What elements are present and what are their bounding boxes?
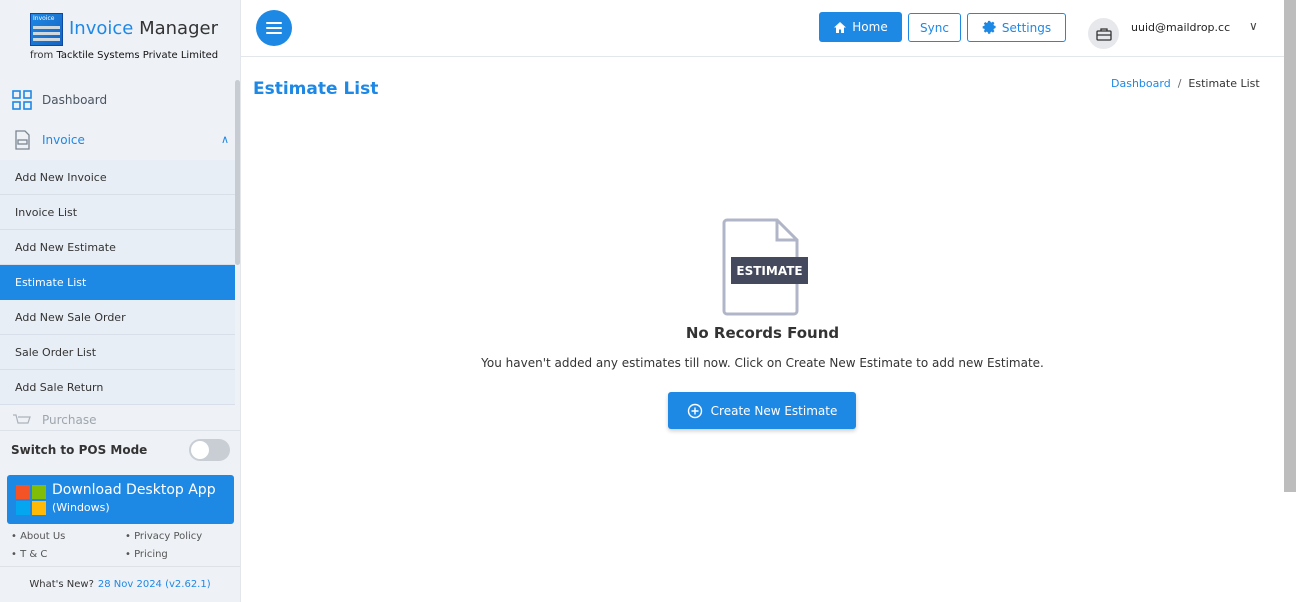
home-button[interactable]: Home: [819, 12, 902, 42]
pos-mode-row: Switch to POS Mode: [0, 430, 240, 468]
breadcrumb: Dashboard / Estimate List: [1111, 77, 1260, 90]
whats-new-version: 28 Nov 2024 (v2.62.1): [97, 579, 211, 590]
purchase-icon: [12, 413, 32, 425]
company-name: Tacktile Systems Private Limited: [56, 50, 219, 61]
settings-button[interactable]: Settings: [967, 13, 1066, 42]
sidebar-item-add-new-invoice[interactable]: Add New Invoice: [0, 160, 235, 195]
user-email[interactable]: uuid@maildrop.cc: [1131, 21, 1230, 34]
top-header: Home Sync Settings uuid@maildrop.cc ∨: [241, 0, 1284, 57]
sidebar-item-label: Dashboard: [42, 93, 108, 107]
sidebar-item-invoice[interactable]: Invoice ∧: [0, 120, 235, 160]
invoice-icon: [12, 130, 32, 150]
breadcrumb-separator: /: [1177, 77, 1182, 90]
empty-state-message: You haven't added any estimates till now…: [481, 356, 1044, 370]
breadcrumb-dashboard-link[interactable]: Dashboard: [1111, 77, 1171, 90]
about-us-link[interactable]: • About Us: [11, 531, 65, 542]
sync-label: Sync: [920, 20, 949, 35]
create-button-label: Create New Estimate: [710, 403, 838, 418]
sidebar: Invoice Invoice Manager from Tacktile Sy…: [0, 0, 241, 602]
sidebar-item-dashboard[interactable]: Dashboard: [0, 80, 235, 120]
gear-icon: [982, 20, 996, 34]
link-label: T & C: [20, 549, 48, 560]
sync-button[interactable]: Sync: [908, 13, 961, 42]
pos-mode-label: Switch to POS Mode: [11, 442, 148, 457]
chevron-up-icon: ∧: [220, 133, 229, 146]
whats-new[interactable]: What's New? 28 Nov 2024 (v2.62.1): [0, 566, 240, 602]
page-title: Estimate List: [253, 79, 379, 99]
sidebar-item-add-new-estimate[interactable]: Add New Estimate: [0, 230, 235, 265]
app-logo: Invoice: [30, 13, 63, 46]
app-root: Invoice Invoice Manager from Tacktile Sy…: [0, 0, 1296, 602]
settings-label: Settings: [1001, 20, 1052, 35]
privacy-policy-link[interactable]: • Privacy Policy: [125, 531, 202, 542]
link-label: Pricing: [134, 549, 168, 560]
terms-link[interactable]: • T & C: [11, 549, 47, 560]
chevron-down-icon[interactable]: ∨: [1249, 19, 1258, 33]
download-desktop-app-button[interactable]: Download Desktop App (Windows): [7, 475, 234, 524]
link-label: About Us: [20, 531, 66, 542]
page-scrollbar[interactable]: [1284, 0, 1296, 492]
app-title-highlight: Invoice: [69, 18, 134, 39]
toggle-knob: [191, 441, 209, 459]
pricing-link[interactable]: • Pricing: [125, 549, 168, 560]
grid-icon: [12, 90, 32, 110]
link-label: Privacy Policy: [134, 531, 203, 542]
windows-icon: [16, 485, 46, 515]
whats-new-label: What's New?: [29, 579, 94, 590]
empty-state-title: No Records Found: [685, 324, 840, 342]
sidebar-item-add-sale-return[interactable]: Add Sale Return: [0, 370, 235, 405]
sidebar-scrollbar[interactable]: [235, 80, 240, 265]
logo-tag: Invoice: [33, 15, 55, 22]
download-title: Download Desktop App: [52, 482, 216, 498]
breadcrumb-current: Estimate List: [1188, 77, 1260, 90]
subtitle-prefix: from: [30, 50, 57, 61]
app-title-rest: Manager: [133, 18, 218, 39]
sidebar-item-estimate-list[interactable]: Estimate List: [0, 265, 235, 300]
sidebar-nav: Dashboard Invoice ∧ Add New Invoice Invo…: [0, 80, 235, 425]
estimate-icon-label: ESTIMATE: [731, 257, 808, 284]
sidebar-item-label: Purchase: [42, 413, 97, 425]
user-avatar[interactable]: [1088, 18, 1119, 49]
menu-toggle-button[interactable]: [256, 10, 292, 46]
app-subtitle: from Tacktile Systems Private Limited: [30, 50, 218, 61]
briefcase-icon: [1095, 27, 1112, 41]
home-label: Home: [852, 20, 888, 34]
sidebar-item-invoice-list[interactable]: Invoice List: [0, 195, 235, 230]
app-title: Invoice Manager: [69, 18, 218, 39]
create-new-estimate-button[interactable]: Create New Estimate: [668, 392, 856, 429]
sidebar-item-purchase[interactable]: Purchase: [0, 405, 235, 425]
home-icon: [834, 21, 847, 33]
brand[interactable]: Invoice Invoice Manager from Tacktile Sy…: [0, 0, 240, 74]
download-subtitle: (Windows): [52, 501, 110, 514]
sidebar-item-label: Invoice: [42, 133, 85, 147]
pos-mode-toggle[interactable]: [189, 439, 230, 461]
plus-circle-icon: [687, 403, 702, 418]
